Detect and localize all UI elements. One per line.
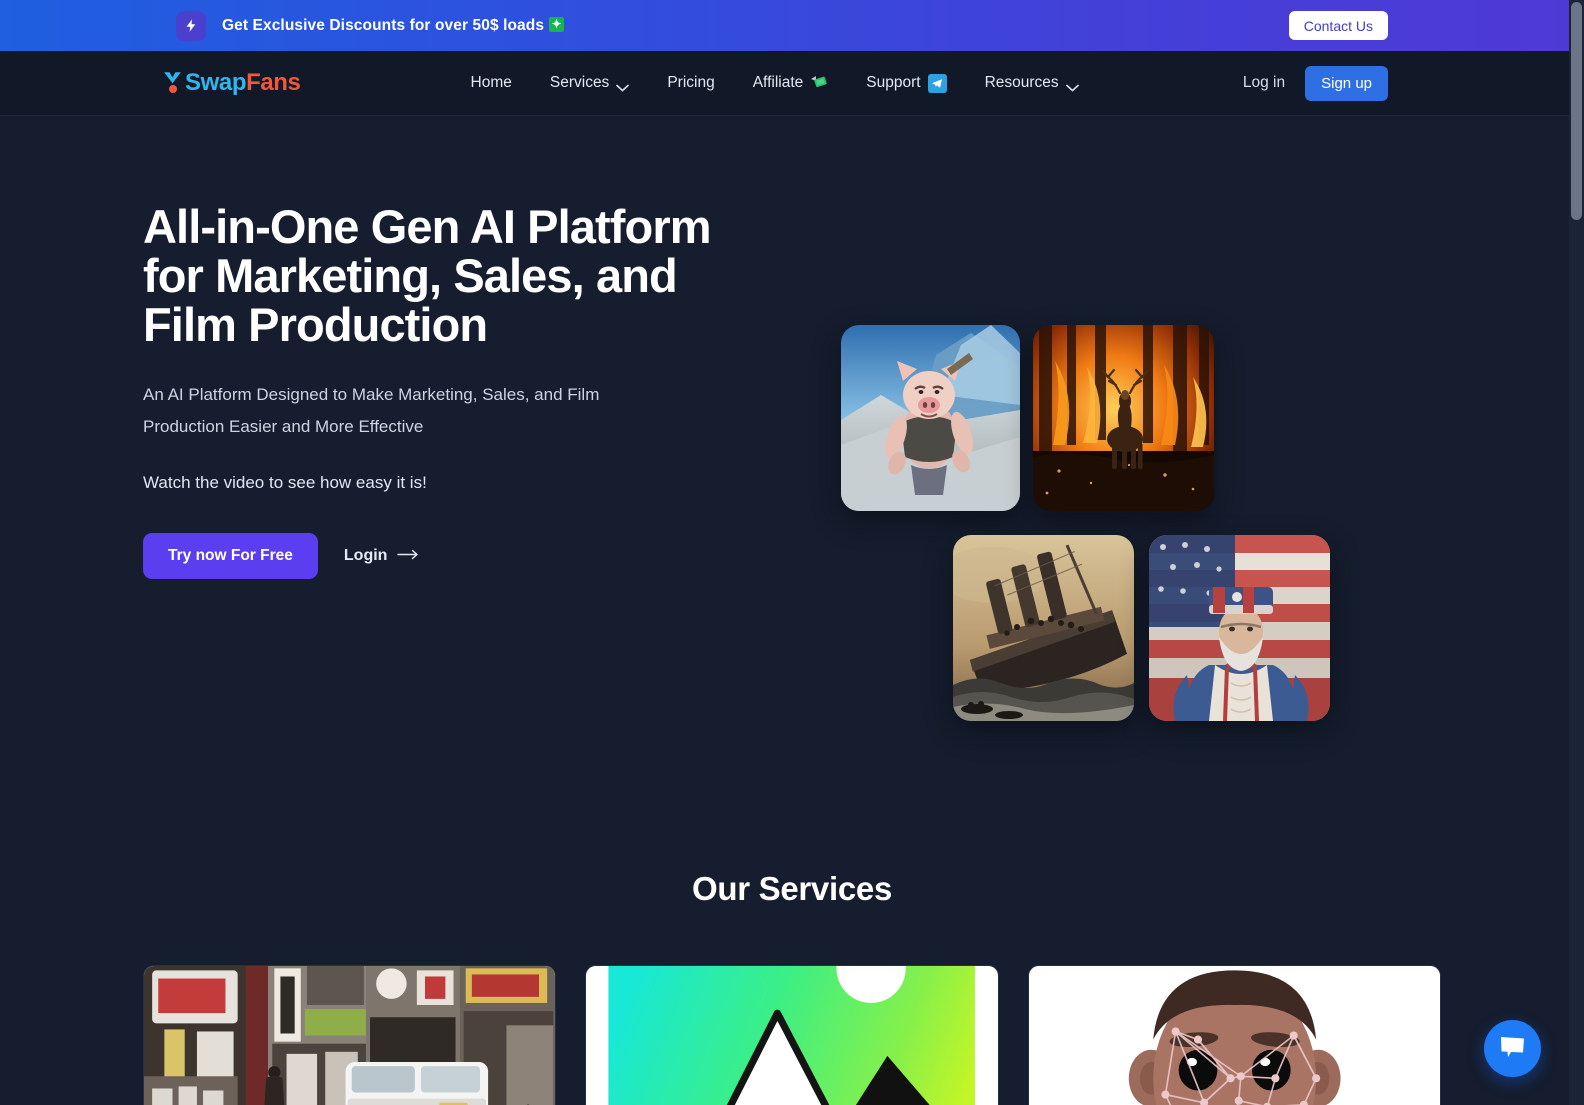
promo-text: Get Exclusive Discounts for over 50$ loa… — [222, 16, 565, 35]
bolt-icon — [176, 10, 206, 41]
chevron-down-icon — [1065, 79, 1079, 92]
arrow-right-icon — [397, 547, 419, 565]
nav-label-services: Services — [549, 74, 610, 91]
chevron-down-icon — [616, 79, 630, 92]
money-with-wings-icon — [810, 75, 828, 91]
swapfans-logo-icon — [163, 70, 182, 96]
hero-cta-group: Try now For Free Login — [143, 533, 783, 579]
nav-label-affiliate: Affiliate — [752, 74, 804, 91]
hero-section: All-in-One Gen AI Platform for Marketing… — [0, 116, 1584, 736]
service-card-list: Background Changer AI Background Changer… — [143, 965, 1441, 1105]
nav-item-affiliate[interactable]: Affiliate — [734, 68, 848, 98]
pig-warrior-mountain-image[interactable] — [841, 325, 1020, 511]
sparkle-icon — [549, 16, 565, 32]
nav-item-resources[interactable]: Resources — [966, 68, 1098, 98]
logo-dot — [168, 85, 177, 93]
page-scrollbar[interactable] — [1569, 0, 1584, 1105]
page-title: All-in-One Gen AI Platform for Marketing… — [143, 200, 712, 351]
nav-item-pricing[interactable]: Pricing — [648, 68, 733, 98]
nav-item-home[interactable]: Home — [452, 68, 531, 98]
face-mesh-tracking-photo — [1028, 966, 1440, 1105]
logo-text-fans: Fans — [246, 69, 301, 96]
promo-message: Get Exclusive Discounts for over 50$ loa… — [176, 10, 565, 41]
promo-banner: Get Exclusive Discounts for over 50$ loa… — [0, 0, 1584, 51]
main-navbar: SwapFans Home Services Pricing Affiliate — [0, 51, 1584, 116]
nav-label-home: Home — [470, 74, 512, 91]
try-now-for-free-button[interactable]: Try now For Free — [143, 533, 318, 579]
hero-gallery — [783, 116, 1388, 736]
nav-label-support: Support — [866, 74, 921, 91]
service-card-image-generator[interactable]: Image Generator AI Image Generator creat… — [585, 965, 999, 1105]
nav-label-resources: Resources — [984, 74, 1059, 91]
hero-login-button[interactable]: Login — [334, 539, 430, 573]
uncle-sam-flag-image[interactable] — [1149, 535, 1330, 721]
services-heading: Our Services — [691, 870, 893, 907]
hero-subtitle: An AI Platform Designed to Make Marketin… — [143, 385, 600, 436]
logo-wordmark: SwapFans — [185, 69, 301, 97]
landscape-placeholder-graphic — [586, 966, 998, 1105]
nav-item-services[interactable]: Services — [531, 68, 648, 98]
telegram-icon — [927, 73, 947, 93]
service-card-faceswap[interactable]: Faceswap Faceswap for video uses AI to s… — [1027, 965, 1441, 1105]
nav-auth-actions: Log in Sign up — [1239, 65, 1388, 101]
hero-login-label: Login — [343, 547, 388, 564]
promo-text-label: Get Exclusive Discounts for over 50$ loa… — [222, 16, 545, 34]
japanese-street-photo — [144, 966, 556, 1105]
service-card-background-changer[interactable]: Background Changer AI Background Changer… — [143, 965, 557, 1105]
titanic-sinking-image[interactable] — [953, 535, 1134, 721]
hero-copy: All-in-One Gen AI Platform for Marketing… — [143, 116, 783, 736]
sign-up-button[interactable]: Sign up — [1305, 65, 1388, 101]
services-section: Our Services — [0, 870, 1584, 1105]
site-logo[interactable]: SwapFans — [163, 69, 301, 97]
log-in-link[interactable]: Log in — [1239, 68, 1289, 98]
logo-text-swap: Swap — [185, 69, 247, 96]
scrollbar-thumb[interactable] — [1571, 2, 1582, 220]
chat-widget-button[interactable] — [1484, 1020, 1541, 1077]
deer-burning-forest-image[interactable] — [1033, 325, 1214, 511]
chat-bubble-icon — [1499, 1035, 1526, 1062]
page-root: Get Exclusive Discounts for over 50$ loa… — [0, 0, 1584, 1105]
hero-note: Watch the video to see how easy it is! — [143, 473, 427, 492]
contact-us-button[interactable]: Contact Us — [1288, 11, 1388, 40]
nav-label-pricing: Pricing — [667, 74, 715, 91]
nav-links: Home Services Pricing Affiliate Support … — [452, 68, 1098, 99]
nav-item-support[interactable]: Support — [847, 68, 965, 99]
